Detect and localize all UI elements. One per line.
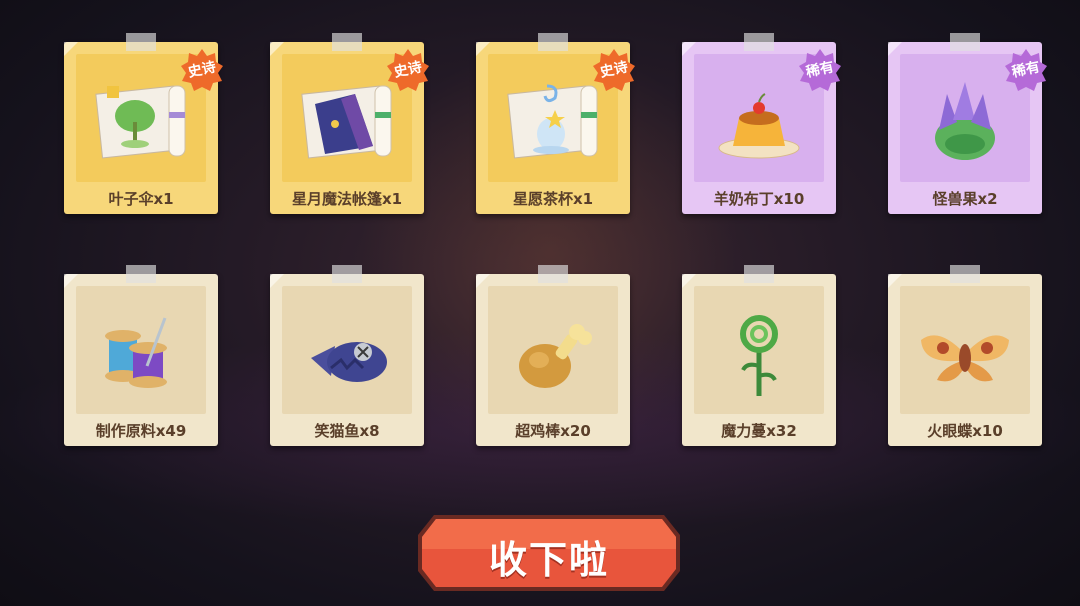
reward-name: 魔力蔓x32 bbox=[721, 422, 797, 440]
reward-card-5: 稀有 怪兽果x2 bbox=[888, 33, 1047, 214]
reward-name: 怪兽果x2 bbox=[932, 190, 998, 208]
fern-sprout-icon bbox=[740, 315, 778, 396]
reward-card-7: 笑猫鱼x8 bbox=[270, 265, 424, 446]
reward-card-1: 史诗 叶子伞x1 bbox=[64, 33, 223, 214]
moth-icon bbox=[921, 335, 1009, 382]
rarity-badge: 史诗 bbox=[386, 48, 430, 92]
reward-name: 叶子伞x1 bbox=[108, 190, 174, 208]
drumstick-icon bbox=[519, 324, 592, 388]
reward-name: 羊奶布丁x10 bbox=[713, 190, 805, 208]
reward-name: 超鸡棒x20 bbox=[515, 422, 591, 440]
reward-card-10: 火眼蝶x10 bbox=[888, 265, 1042, 446]
rarity-badge: 稀有 bbox=[798, 48, 842, 92]
reward-card-6: 制作原料x49 bbox=[64, 265, 218, 446]
reward-card-4: 稀有 羊奶布丁x10 bbox=[682, 33, 841, 214]
reward-name: 星愿茶杯x1 bbox=[512, 190, 594, 208]
reward-name: 制作原料x49 bbox=[95, 422, 187, 440]
reward-name: 笑猫鱼x8 bbox=[314, 422, 380, 440]
reward-name: 星月魔法帐篷x1 bbox=[291, 190, 403, 208]
reward-name: 火眼蝶x10 bbox=[927, 422, 1003, 440]
reward-card-8: 超鸡棒x20 bbox=[476, 265, 630, 446]
reward-card-9: 魔力蔓x32 bbox=[682, 265, 836, 446]
collect-button-label: 收下啦 bbox=[488, 538, 609, 582]
rarity-badge: 稀有 bbox=[1004, 48, 1048, 92]
fish-icon bbox=[311, 342, 387, 382]
rarity-badge: 史诗 bbox=[180, 48, 224, 92]
reward-card-3: 史诗 星愿茶杯x1 bbox=[476, 33, 635, 214]
collect-button[interactable]: 收下啦 bbox=[416, 513, 682, 593]
rarity-badge: 史诗 bbox=[592, 48, 636, 92]
reward-card-2: 史诗 星月魔法帐篷x1 bbox=[270, 33, 429, 214]
thread-spool-icon bbox=[105, 317, 167, 388]
